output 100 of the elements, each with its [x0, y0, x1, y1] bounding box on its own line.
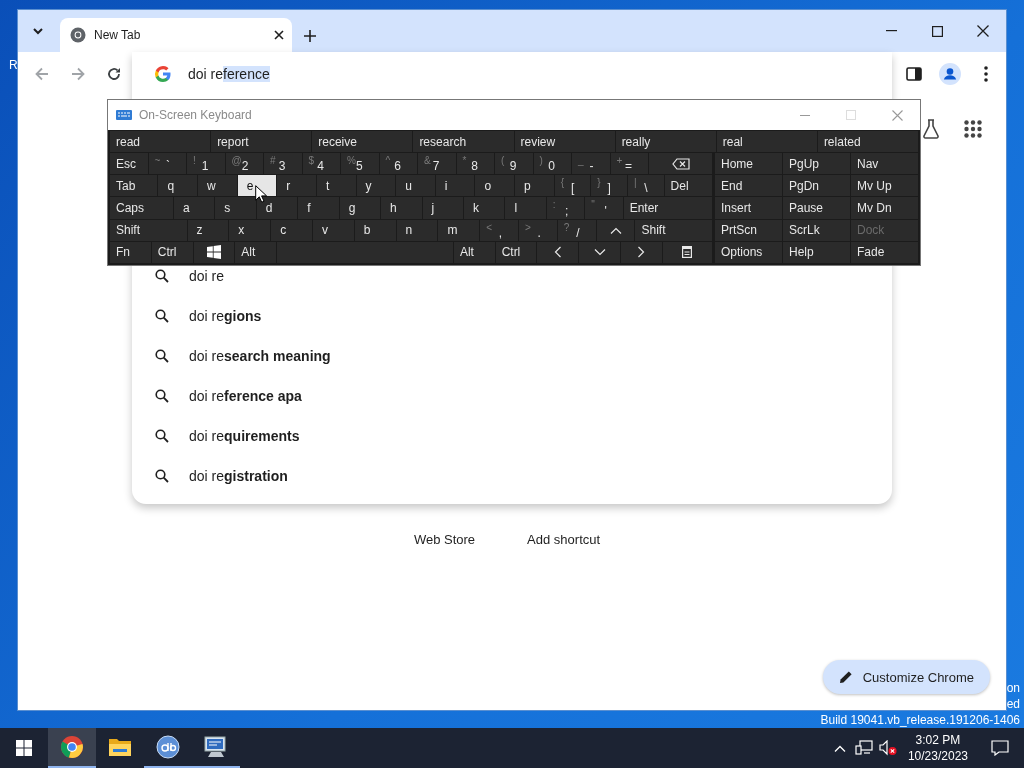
- prediction-key[interactable]: related: [817, 131, 918, 152]
- suggestion-item[interactable]: doi reference apa: [132, 376, 892, 416]
- prediction-key[interactable]: read: [110, 131, 211, 152]
- keyboard-key[interactable]: $ 4: [302, 153, 340, 175]
- keyboard-key[interactable]: > .: [519, 219, 557, 241]
- keyboard-key[interactable]: [620, 241, 662, 263]
- keyboard-key[interactable]: d: [256, 197, 298, 219]
- keyboard-key[interactable]: # 3: [264, 153, 302, 175]
- keyboard-key[interactable]: ScrLk: [783, 219, 850, 241]
- suggestion-item[interactable]: doi registration: [132, 456, 892, 496]
- keyboard-key[interactable]: r: [277, 175, 316, 197]
- keyboard-key[interactable]: a: [173, 197, 215, 219]
- keyboard-key[interactable]: k: [463, 197, 505, 219]
- keyboard-key[interactable]: [649, 153, 712, 175]
- keyboard-key[interactable]: Fn: [110, 241, 151, 263]
- suggestion-item[interactable]: doi requirements: [132, 416, 892, 456]
- keyboard-key[interactable]: PgUp: [783, 153, 850, 175]
- keyboard-key[interactable]: Mv Dn: [851, 197, 918, 219]
- keyboard-key[interactable]: f: [298, 197, 339, 219]
- new-tab-button[interactable]: [304, 30, 316, 42]
- keyboard-key[interactable]: Help: [783, 241, 850, 263]
- keyboard-key[interactable]: g: [339, 197, 381, 219]
- keyboard-key[interactable]: Esc: [110, 153, 148, 175]
- keyboard-key[interactable]: Shift: [110, 219, 187, 241]
- keyboard-key[interactable]: h: [381, 197, 422, 219]
- keyboard-key[interactable]: t: [316, 175, 356, 197]
- keyboard-key[interactable]: " ': [585, 197, 623, 219]
- profile-button[interactable]: [938, 62, 962, 86]
- shortcut-label[interactable]: Web Store: [413, 532, 476, 547]
- keyboard-key[interactable]: ? /: [557, 219, 596, 241]
- keyboard-key[interactable]: Home: [715, 153, 782, 175]
- keyboard-key[interactable]: & 7: [418, 153, 456, 175]
- keyboard-key[interactable]: Insert: [715, 197, 782, 219]
- keyboard-key[interactable]: w: [198, 175, 237, 197]
- keyboard-key[interactable]: Tab: [110, 175, 158, 197]
- keyboard-key[interactable]: Alt: [453, 241, 495, 263]
- keyboard-key[interactable]: n: [396, 219, 438, 241]
- prediction-key[interactable]: research: [413, 131, 514, 152]
- keyboard-key[interactable]: [596, 219, 635, 241]
- keyboard-key[interactable]: < ,: [480, 219, 519, 241]
- keyboard-key[interactable]: @2: [225, 153, 263, 175]
- keyboard-key[interactable]: p: [515, 175, 554, 197]
- suggestion-item[interactable]: doi research meaning: [132, 336, 892, 376]
- keyboard-key[interactable]: [579, 241, 620, 263]
- keyboard-key[interactable]: [537, 241, 579, 263]
- keyboard-key[interactable]: Caps: [110, 197, 173, 219]
- keyboard-key[interactable]: s: [215, 197, 256, 219]
- keyboard-key[interactable]: Pause: [783, 197, 850, 219]
- suggestion-item[interactable]: doi regions: [132, 296, 892, 336]
- keyboard-key[interactable]: Fade: [851, 241, 918, 263]
- keyboard-key[interactable]: : ;: [546, 197, 585, 219]
- keyboard-key[interactable]: ( 9: [495, 153, 533, 175]
- keyboard-key[interactable]: { [: [554, 175, 591, 197]
- keyboard-key[interactable]: Ctrl: [495, 241, 537, 263]
- keyboard-key[interactable]: * 8: [456, 153, 494, 175]
- keyboard-key[interactable]: ^ 6: [379, 153, 417, 175]
- keyboard-key[interactable]: c: [271, 219, 312, 241]
- keyboard-key[interactable]: [662, 241, 712, 263]
- keyboard-key[interactable]: e: [237, 175, 277, 197]
- labs-button[interactable]: [922, 118, 940, 140]
- prediction-key[interactable]: real: [716, 131, 817, 152]
- keyboard-key[interactable]: ! 1: [187, 153, 225, 175]
- prediction-key[interactable]: receive: [312, 131, 413, 152]
- keyboard-key[interactable]: Enter: [623, 197, 712, 219]
- shortcut-label[interactable]: Add shortcut: [527, 532, 601, 547]
- keyboard-key[interactable]: l: [505, 197, 546, 219]
- taskbar-app-button[interactable]: [48, 728, 96, 768]
- keyboard-key[interactable]: b: [354, 219, 396, 241]
- keyboard-key[interactable]: Shift: [635, 219, 712, 241]
- clock[interactable]: 3:02 PM 10/23/2023: [899, 732, 976, 764]
- keyboard-key[interactable]: Options: [715, 241, 782, 263]
- keyboard-key[interactable]: Del: [664, 175, 712, 197]
- keyboard-key[interactable]: Nav: [851, 153, 918, 175]
- keyboard-key[interactable]: j: [422, 197, 463, 219]
- keyboard-key[interactable]: %5: [341, 153, 379, 175]
- keyboard-key[interactable]: [193, 241, 235, 263]
- keyboard-key[interactable]: u: [396, 175, 435, 197]
- keyboard-key[interactable]: ~ `: [148, 153, 186, 175]
- keyboard-key[interactable]: m: [438, 219, 480, 241]
- keyboard-key[interactable]: i: [435, 175, 475, 197]
- browser-tab[interactable]: New Tab: [60, 18, 292, 52]
- keyboard-key[interactable]: o: [475, 175, 515, 197]
- prediction-key[interactable]: review: [514, 131, 615, 152]
- keyboard-key[interactable]: End: [715, 175, 782, 197]
- keyboard-key[interactable]: y: [356, 175, 396, 197]
- keyboard-key[interactable]: PrtScn: [715, 219, 782, 241]
- keyboard-key[interactable]: Alt: [235, 241, 276, 263]
- keyboard-key[interactable]: PgDn: [783, 175, 850, 197]
- keyboard-key[interactable]: Mv Up: [851, 175, 918, 197]
- prediction-key[interactable]: report: [211, 131, 312, 152]
- keyboard-key[interactable]: + =: [610, 153, 648, 175]
- customize-button[interactable]: Customize Chrome: [822, 660, 990, 694]
- apps-button[interactable]: [964, 118, 982, 140]
- prediction-key[interactable]: really: [615, 131, 716, 152]
- keyboard-key[interactable]: _ -: [572, 153, 610, 175]
- keyboard-key[interactable]: ) 0: [533, 153, 571, 175]
- keyboard-key[interactable]: Ctrl: [151, 241, 193, 263]
- keyboard-key[interactable]: v: [312, 219, 354, 241]
- keyboard-key[interactable]: | \: [627, 175, 664, 197]
- keyboard-key[interactable]: x: [229, 219, 271, 241]
